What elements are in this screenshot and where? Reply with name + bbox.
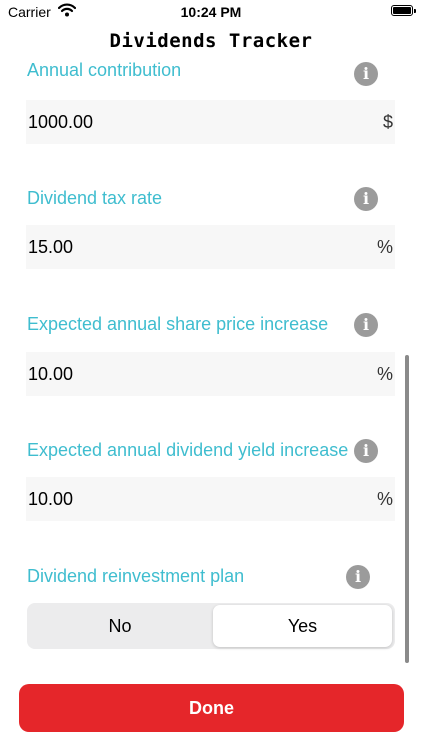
info-icon[interactable]: i bbox=[354, 313, 378, 337]
status-bar: Carrier 10:24 PM bbox=[0, 0, 422, 24]
info-icon[interactable]: i bbox=[354, 187, 378, 211]
percent-unit: % bbox=[376, 489, 393, 509]
reinvestment-plan-label: Dividend reinvestment plan bbox=[27, 566, 245, 586]
share-price-increase-value: 10.00 bbox=[28, 364, 74, 384]
dividend-tax-rate-value: 15.00 bbox=[28, 237, 74, 257]
clock: 10:24 PM bbox=[180, 4, 242, 20]
dividend-yield-increase-value: 10.00 bbox=[28, 489, 74, 509]
dividend-yield-increase-label: Expected annual dividend yield increase bbox=[27, 440, 349, 460]
dividend-tax-rate-field[interactable]: 15.00 % bbox=[26, 225, 395, 269]
dividend-yield-increase-field[interactable]: 10.00 % bbox=[26, 477, 395, 521]
settings-scroll-view[interactable]: Annual contribution i 1000.00 $ Dividend… bbox=[0, 60, 422, 670]
segment-no[interactable]: No bbox=[29, 605, 211, 647]
battery-icon bbox=[391, 5, 416, 16]
reinvestment-segmented-control[interactable]: No Yes bbox=[27, 603, 395, 649]
dividend-tax-rate-label: Dividend tax rate bbox=[27, 188, 163, 208]
share-price-increase-field[interactable]: 10.00 % bbox=[26, 352, 395, 396]
segment-yes[interactable]: Yes bbox=[213, 605, 392, 647]
info-icon[interactable]: i bbox=[346, 565, 370, 589]
scroll-indicator bbox=[405, 355, 409, 663]
percent-unit: % bbox=[376, 237, 393, 257]
info-icon[interactable]: i bbox=[354, 439, 378, 463]
currency-unit: $ bbox=[382, 112, 393, 132]
annual-contribution-field[interactable]: 1000.00 $ bbox=[26, 100, 395, 144]
share-price-increase-label: Expected annual share price increase bbox=[27, 314, 329, 334]
percent-unit: % bbox=[376, 364, 393, 384]
done-button[interactable]: Done bbox=[19, 684, 404, 732]
page-title: Dividends Tracker bbox=[109, 30, 313, 52]
annual-contribution-value: 1000.00 bbox=[28, 112, 94, 132]
annual-contribution-label: Annual contribution bbox=[27, 60, 182, 80]
info-icon[interactable]: i bbox=[354, 62, 378, 86]
